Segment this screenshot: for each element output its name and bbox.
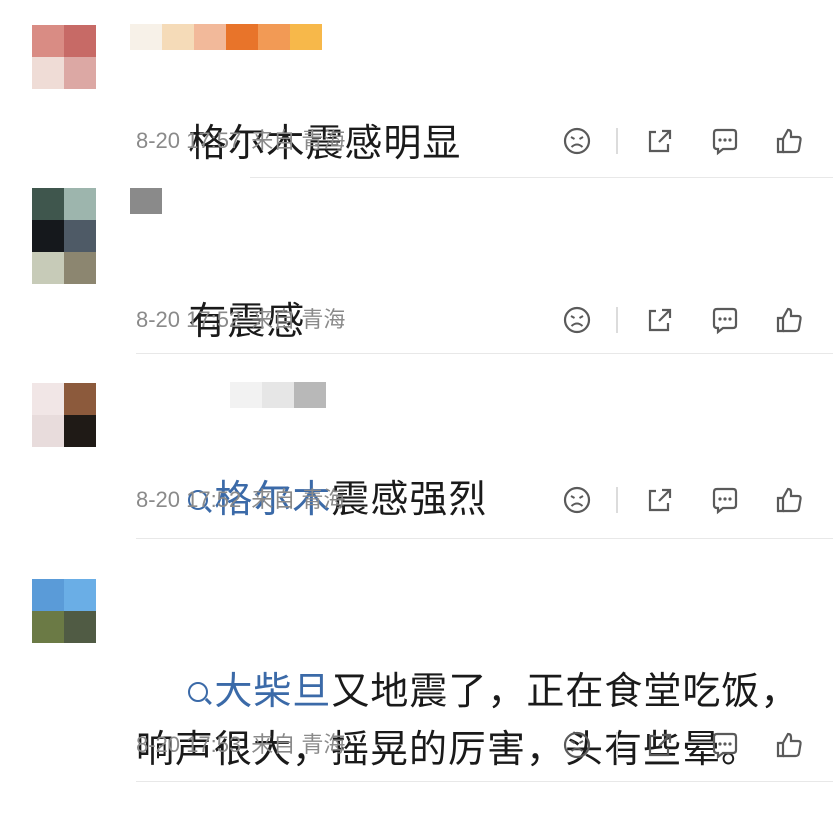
comment-item: 格尔木震感强烈 8-20 17:52 来自 青海 — [0, 354, 833, 540]
thumbs-up-icon[interactable] — [772, 124, 806, 158]
avatar-pixel — [32, 415, 64, 447]
comment-actions — [560, 303, 810, 337]
username-pixel — [130, 24, 162, 50]
share-icon[interactable] — [642, 728, 676, 762]
username-pixel — [130, 188, 162, 214]
thumbs-up-icon[interactable] — [772, 483, 806, 517]
username[interactable] — [130, 188, 162, 214]
comment-time: 8-20 17:52 — [136, 307, 242, 332]
username-pixel — [194, 24, 226, 50]
avatar-pixel — [32, 383, 64, 415]
frown-icon[interactable] — [560, 483, 594, 517]
divider — [616, 732, 618, 758]
comment-actions — [560, 483, 810, 517]
share-icon[interactable] — [642, 483, 676, 517]
comment-text: 大柴旦又地震了，正在食堂吃饭， 响声很大，摇晃的厉害，头有些晕。 — [136, 604, 803, 836]
frown-icon[interactable] — [560, 303, 594, 337]
frown-icon[interactable] — [560, 728, 594, 762]
search-icon — [188, 681, 209, 702]
comment-time: 8-20 17:57 — [136, 128, 242, 153]
username-pixel — [226, 24, 258, 50]
comment-meta: 8-20 17:53 来自 青海 — [136, 730, 355, 760]
avatar-pixel — [64, 188, 96, 220]
username-pixel — [162, 24, 194, 50]
avatar-pixel — [64, 252, 96, 284]
comment-location: 来自 青海 — [251, 487, 346, 512]
thumbs-up-icon[interactable] — [772, 728, 806, 762]
avatar-pixel — [32, 220, 64, 252]
avatar-pixel — [64, 383, 96, 415]
divider — [616, 307, 618, 333]
avatar-pixel — [32, 57, 64, 89]
comment-location: 来自 青海 — [251, 732, 346, 757]
comment-item: 有震感 8-20 17:52 来自 青海 — [0, 178, 833, 354]
avatar-pixel — [64, 611, 96, 643]
username[interactable] — [130, 24, 322, 50]
username-pixel — [294, 382, 326, 408]
avatar[interactable] — [32, 579, 96, 643]
share-icon[interactable] — [642, 124, 676, 158]
comment-actions — [560, 728, 810, 762]
avatar[interactable] — [32, 383, 96, 447]
comment-item: 格尔木震感明显 8-20 17:57 来自 青海 — [0, 0, 833, 178]
comment-time: 8-20 17:53 — [136, 732, 242, 757]
comment-meta: 8-20 17:52 来自 青海 — [136, 485, 355, 515]
avatar[interactable] — [32, 188, 96, 284]
divider — [136, 781, 833, 782]
comment-meta: 8-20 17:57 来自 青海 — [136, 126, 355, 156]
thumbs-up-icon[interactable] — [772, 303, 806, 337]
topic-link[interactable]: 大柴旦 — [214, 669, 331, 713]
avatar-pixel — [32, 25, 64, 57]
avatar-pixel — [64, 415, 96, 447]
username-pixel — [290, 24, 322, 50]
username-pixel — [230, 382, 262, 408]
username-pixel — [258, 24, 290, 50]
comment-icon[interactable] — [708, 303, 742, 337]
divider — [616, 128, 618, 154]
share-icon[interactable] — [642, 303, 676, 337]
avatar-pixel — [32, 611, 64, 643]
avatar[interactable] — [32, 25, 96, 89]
frown-icon[interactable] — [560, 124, 594, 158]
avatar-pixel — [32, 579, 64, 611]
username[interactable] — [230, 382, 326, 408]
comment-item: 大柴旦又地震了，正在食堂吃饭， 响声很大，摇晃的厉害，头有些晕。 8-20 17… — [0, 540, 833, 795]
avatar-pixel — [64, 579, 96, 611]
comment-icon[interactable] — [708, 728, 742, 762]
avatar-pixel — [64, 57, 96, 89]
divider — [616, 487, 618, 513]
comment-location: 来自 青海 — [251, 128, 346, 153]
comment-icon[interactable] — [708, 124, 742, 158]
comment-icon[interactable] — [708, 483, 742, 517]
avatar-pixel — [64, 25, 96, 57]
comment-actions — [560, 124, 810, 158]
comment-meta: 8-20 17:52 来自 青海 — [136, 305, 355, 335]
avatar-pixel — [32, 252, 64, 284]
comment-time: 8-20 17:52 — [136, 487, 242, 512]
divider — [136, 538, 833, 539]
username-pixel — [262, 382, 294, 408]
comment-location: 来自 青海 — [251, 307, 346, 332]
avatar-pixel — [32, 188, 64, 220]
avatar-pixel — [64, 220, 96, 252]
